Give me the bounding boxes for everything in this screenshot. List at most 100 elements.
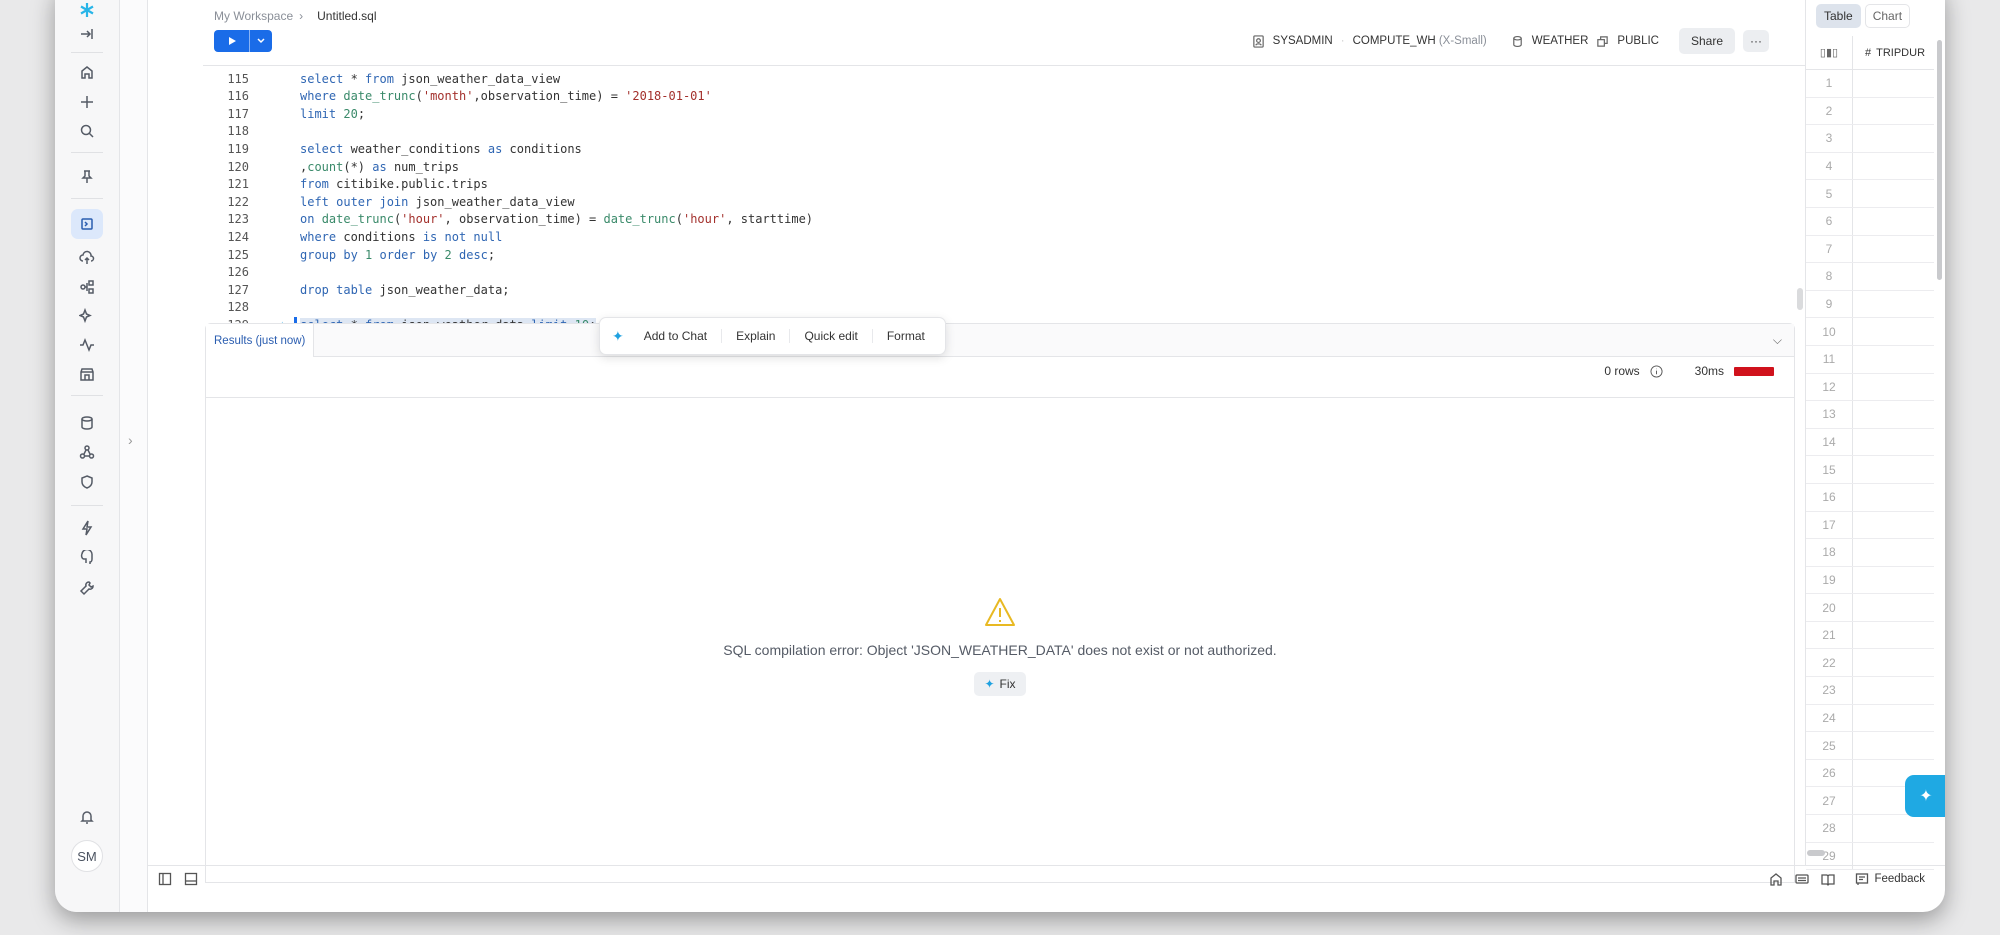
code-token: desc	[459, 247, 488, 262]
table-row[interactable]: 8	[1806, 263, 1934, 291]
column-stats-icon[interactable]: ▯▮▯	[1806, 36, 1853, 69]
role-selector[interactable]: SYSADMIN	[1273, 35, 1333, 47]
wrench-icon[interactable]	[75, 576, 99, 600]
table-row[interactable]: 9	[1806, 290, 1934, 319]
elephant-icon[interactable]	[75, 546, 99, 570]
grid-horizontal-scrollbar[interactable]	[1807, 850, 1825, 856]
snowflake-logo-icon[interactable]	[75, 0, 99, 22]
code-line[interactable]: 119 select weather_conditions as conditio…	[203, 140, 1805, 157]
table-row[interactable]: 15	[1806, 456, 1934, 484]
keyboard-icon[interactable]	[1795, 872, 1810, 886]
chart-view-button[interactable]: Chart	[1864, 4, 1911, 28]
breadcrumb-file[interactable]: Untitled.sql	[317, 9, 376, 23]
quick-edit-button[interactable]: Quick edit	[790, 329, 873, 343]
table-row[interactable]: 11	[1806, 345, 1934, 374]
expand-sidebar-icon[interactable]	[75, 22, 99, 46]
search-icon[interactable]	[75, 119, 99, 143]
schema-selector[interactable]: PUBLIC	[1617, 35, 1659, 47]
more-options-button[interactable]: ···	[1743, 30, 1769, 52]
info-icon[interactable]	[1650, 364, 1663, 378]
sql-editor[interactable]: 115 select * from json_weather_data_view 1…	[203, 70, 1805, 342]
toggle-sidebar-icon[interactable]	[158, 872, 172, 886]
activity-icon[interactable]	[75, 333, 99, 357]
table-row[interactable]: 14	[1806, 428, 1934, 457]
table-row[interactable]: 22	[1806, 649, 1934, 678]
code-line[interactable]: 117 limit 20;	[203, 105, 1805, 122]
share-button[interactable]: Share	[1678, 28, 1735, 54]
docs-book-icon[interactable]	[1821, 872, 1836, 886]
table-row[interactable]: 3	[1806, 125, 1934, 153]
pin-icon[interactable]	[75, 165, 99, 189]
column-header[interactable]: # TRIPDUR	[1853, 36, 1925, 69]
table-row[interactable]: 6	[1806, 207, 1934, 236]
table-row[interactable]: 19	[1806, 566, 1934, 595]
table-row[interactable]: 16	[1806, 483, 1934, 512]
table-row[interactable]: 23	[1806, 677, 1934, 705]
bell-icon[interactable]	[75, 805, 99, 829]
tab-results[interactable]: Results (just now)	[206, 324, 315, 357]
row-number: 14	[1806, 428, 1853, 456]
table-row[interactable]: 10	[1806, 318, 1934, 346]
upload-cloud-icon[interactable]	[75, 246, 99, 270]
code-token: on	[300, 212, 315, 227]
code-line[interactable]: 118	[203, 123, 1805, 140]
code-line[interactable]: 126	[203, 264, 1805, 281]
table-row[interactable]: 4	[1806, 152, 1934, 181]
home-icon[interactable]	[75, 60, 99, 84]
database-selector[interactable]: WEATHER	[1532, 35, 1589, 47]
chevron-right-icon[interactable]: ›	[128, 432, 133, 448]
home-icon[interactable]	[1769, 872, 1783, 886]
warehouse-selector[interactable]: COMPUTE_WH (X-Small)	[1353, 35, 1487, 47]
code-line[interactable]: 127 drop table json_weather_data;	[203, 281, 1805, 298]
add-to-chat-button[interactable]: Add to Chat	[630, 329, 723, 343]
error-message: SQL compilation error: Object 'JSON_WEAT…	[723, 642, 1277, 658]
explain-button[interactable]: Explain	[722, 329, 791, 343]
marketplace-icon[interactable]	[75, 362, 99, 386]
code-line[interactable]: 121 from citibike.public.trips	[203, 176, 1805, 193]
code-line[interactable]: 128	[203, 299, 1805, 316]
editor-scrollbar[interactable]	[1797, 288, 1803, 310]
table-view-button[interactable]: Table	[1816, 4, 1861, 28]
table-row[interactable]: 2	[1806, 97, 1934, 126]
code-line[interactable]: 115 select * from json_weather_data_view	[203, 70, 1805, 87]
code-token: num_trips	[386, 159, 459, 174]
feedback-button[interactable]: Feedback	[1855, 872, 1925, 886]
code-line[interactable]: 116 where date_trunc('month',observation_…	[203, 88, 1805, 105]
table-row[interactable]: 7	[1806, 235, 1934, 264]
worksheets-icon[interactable]	[71, 209, 103, 239]
grid-scrollbar[interactable]	[1937, 40, 1942, 280]
plus-icon[interactable]	[75, 90, 99, 114]
row-number: 16	[1806, 483, 1853, 511]
lightning-icon[interactable]	[75, 516, 99, 540]
data-flow-icon[interactable]	[75, 275, 99, 299]
code-line[interactable]: 125 group by 1 order by 2 desc;	[203, 246, 1805, 263]
collapse-results-icon[interactable]: ⌵	[1773, 333, 1782, 348]
table-row[interactable]: 18	[1806, 539, 1934, 567]
table-row[interactable]: 24	[1806, 704, 1934, 733]
format-button[interactable]: Format	[873, 329, 939, 343]
table-row[interactable]: 28	[1806, 815, 1934, 843]
toggle-bottom-panel-icon[interactable]	[184, 872, 198, 886]
run-options-button[interactable]	[250, 30, 272, 52]
code-line[interactable]: 123 on date_trunc('hour', observation_tim…	[203, 211, 1805, 228]
shield-icon[interactable]	[75, 470, 99, 494]
code-line[interactable]: 124 where conditions is not null	[203, 228, 1805, 245]
database-icon[interactable]	[75, 411, 99, 435]
table-row[interactable]: 13	[1806, 401, 1934, 429]
fix-button[interactable]: ✦ Fix	[974, 672, 1026, 696]
ai-assistant-button[interactable]: ✦	[1905, 775, 1945, 817]
avatar[interactable]: SM	[71, 840, 103, 872]
run-button[interactable]	[214, 30, 250, 52]
ai-sparkle-icon[interactable]	[75, 304, 99, 328]
breadcrumb-workspace[interactable]: My Workspace	[214, 9, 293, 23]
table-row[interactable]: 20	[1806, 594, 1934, 622]
table-row[interactable]: 21	[1806, 621, 1934, 650]
table-row[interactable]: 25	[1806, 732, 1934, 760]
table-row[interactable]: 1	[1806, 70, 1934, 98]
code-line[interactable]: 120 ,count(*) as num_trips	[203, 158, 1805, 175]
table-row[interactable]: 17	[1806, 511, 1934, 540]
table-row[interactable]: 5	[1806, 180, 1934, 208]
governance-icon[interactable]	[75, 440, 99, 464]
code-line[interactable]: 122 left outer join json_weather_data_vie…	[203, 193, 1805, 210]
table-row[interactable]: 12	[1806, 373, 1934, 402]
